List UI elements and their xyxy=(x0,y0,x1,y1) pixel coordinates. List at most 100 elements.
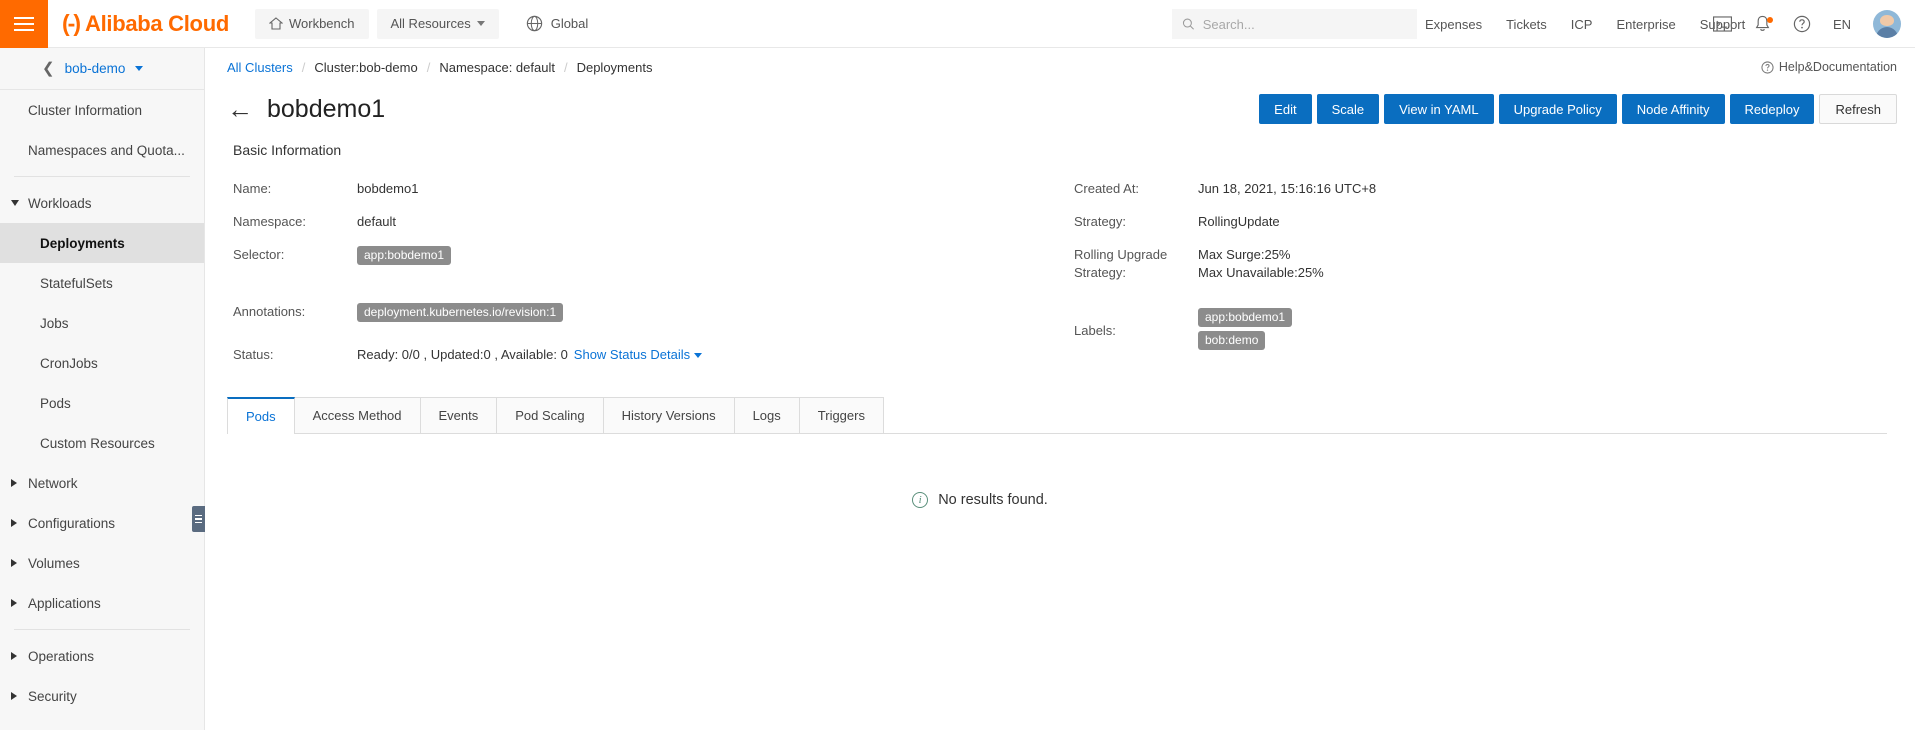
sidebar-label: Deployments xyxy=(40,235,125,251)
basic-info-right-column: Created At: Jun 18, 2021, 15:16:16 UTC+8… xyxy=(1074,180,1915,379)
collapse-bar xyxy=(195,521,202,524)
sidebar-item-volumes[interactable]: Volumes xyxy=(0,543,204,583)
rolling-upgrade-strategy-label: Rolling Upgrade Strategy: xyxy=(1074,247,1168,280)
sidebar-item-configurations[interactable]: Configurations xyxy=(0,503,204,543)
annotations-values: deployment.kubernetes.io/revision:1 xyxy=(357,303,564,326)
chevron-right-icon xyxy=(11,559,17,567)
menu-hamburger-icon[interactable] xyxy=(0,0,48,48)
sidebar-label: Configurations xyxy=(28,515,116,531)
terminal-icon[interactable] xyxy=(1712,16,1732,32)
sidebar-label: Pods xyxy=(40,395,71,411)
info-row-labels: Labels: app:bobdemo1 bob:demo xyxy=(1074,308,1915,354)
sidebar-label: Network xyxy=(28,475,78,491)
global-region-selector[interactable]: Global xyxy=(525,14,588,33)
sidebar-item-applications[interactable]: Applications xyxy=(0,583,204,623)
alibaba-cloud-logo[interactable]: (-) Alibaba Cloud xyxy=(62,10,229,37)
sidebar-item-network[interactable]: Network xyxy=(0,463,204,503)
node-affinity-button[interactable]: Node Affinity xyxy=(1621,94,1725,124)
sidebar-label: CronJobs xyxy=(40,355,98,371)
top-link-expenses[interactable]: Expenses xyxy=(1425,17,1482,32)
all-resources-dropdown[interactable]: All Resources xyxy=(376,8,499,39)
name-value: bobdemo1 xyxy=(357,181,419,196)
show-status-details-link[interactable]: Show Status Details xyxy=(573,346,703,364)
max-surge-value: Max Surge:25% xyxy=(1198,247,1291,262)
help-documentation-link[interactable]: Help&Documentation xyxy=(1761,60,1897,74)
sidebar-label: Custom Resources xyxy=(40,435,155,451)
global-search[interactable] xyxy=(1172,9,1417,39)
top-icon-group: EN xyxy=(1712,0,1901,48)
chevron-right-icon xyxy=(11,652,17,660)
sidebar-item-cluster-information[interactable]: Cluster Information xyxy=(0,90,204,130)
redeploy-button[interactable]: Redeploy xyxy=(1729,94,1815,124)
chevron-right-icon xyxy=(11,479,17,487)
refresh-button[interactable]: Refresh xyxy=(1819,94,1897,124)
labels-values: app:bobdemo1 bob:demo xyxy=(1198,308,1293,354)
selector-tag: app:bobdemo1 xyxy=(357,246,452,265)
upgrade-policy-button[interactable]: Upgrade Policy xyxy=(1498,94,1617,124)
labels-label: Labels: xyxy=(1074,323,1116,338)
sidebar-item-pods[interactable]: Pods xyxy=(0,383,204,423)
cluster-switcher[interactable]: ❮ bob-demo xyxy=(0,48,204,90)
sidebar-divider xyxy=(14,629,190,630)
language-selector[interactable]: EN xyxy=(1833,17,1851,32)
namespace-value: default xyxy=(357,214,397,229)
sidebar-label: Operations xyxy=(28,648,95,664)
label-tag: app:bobdemo1 xyxy=(1198,308,1293,327)
notification-bell-icon[interactable] xyxy=(1754,15,1773,33)
cluster-name-label: bob-demo xyxy=(64,61,126,76)
sidebar-label: Volumes xyxy=(28,555,80,571)
top-link-icp[interactable]: ICP xyxy=(1571,17,1593,32)
selector-label: Selector: xyxy=(233,247,285,262)
search-input[interactable] xyxy=(1202,16,1407,32)
top-header-bar: (-) Alibaba Cloud Workbench All Resource… xyxy=(0,0,1915,48)
sidebar-item-namespaces-and-quotas[interactable]: Namespaces and Quota... xyxy=(0,130,204,170)
sidebar-label: Jobs xyxy=(40,315,69,331)
sidebar-item-operations[interactable]: Operations xyxy=(0,636,204,676)
chevron-right-icon xyxy=(11,519,17,527)
help-question-icon[interactable] xyxy=(1793,15,1811,33)
tab-events[interactable]: Events xyxy=(419,397,498,433)
tab-pod-scaling[interactable]: Pod Scaling xyxy=(496,397,604,433)
sidebar-item-statefulsets[interactable]: StatefulSets xyxy=(0,263,204,303)
edit-button[interactable]: Edit xyxy=(1259,94,1312,124)
tab-pods[interactable]: Pods xyxy=(227,397,295,434)
view-in-yaml-button[interactable]: View in YAML xyxy=(1384,94,1494,124)
help-circle-icon xyxy=(1761,60,1774,74)
sidebar-item-jobs[interactable]: Jobs xyxy=(0,303,204,343)
sidebar-item-custom-resources[interactable]: Custom Resources xyxy=(0,423,204,463)
back-arrow-icon[interactable]: ← xyxy=(227,96,253,122)
name-label: Name: xyxy=(233,181,272,196)
show-status-details-label: Show Status Details xyxy=(573,347,691,362)
empty-state: i No results found. xyxy=(205,492,1915,508)
info-row-rolling-upgrade-strategy: Rolling Upgrade Strategy: Max Surge:25% … xyxy=(1074,246,1915,282)
workbench-button[interactable]: Workbench xyxy=(254,8,369,39)
top-link-enterprise[interactable]: Enterprise xyxy=(1616,17,1675,32)
workbench-label: Workbench xyxy=(288,16,355,31)
all-resources-label: All Resources xyxy=(390,16,471,31)
strategy-label: Strategy: xyxy=(1074,214,1127,229)
scale-button[interactable]: Scale xyxy=(1316,94,1380,124)
tab-access-method[interactable]: Access Method xyxy=(293,397,421,433)
top-link-tickets[interactable]: Tickets xyxy=(1506,17,1547,32)
sidebar-item-cronjobs[interactable]: CronJobs xyxy=(0,343,204,383)
collapse-bar xyxy=(195,518,202,520)
sidebar-item-deployments[interactable]: Deployments xyxy=(0,223,204,263)
user-avatar[interactable] xyxy=(1873,10,1901,38)
tab-history-versions[interactable]: History Versions xyxy=(602,397,735,433)
sidebar-label: Applications xyxy=(28,595,101,611)
tab-logs[interactable]: Logs xyxy=(733,397,800,433)
max-unavailable-value: Max Unavailable:25% xyxy=(1198,265,1324,280)
sidebar-item-workloads[interactable]: Workloads xyxy=(0,183,204,223)
sidebar-collapse-toggle[interactable] xyxy=(192,506,205,532)
sidebar-item-security[interactable]: Security xyxy=(0,676,204,716)
info-row-status: Status: Ready: 0/0 , Updated:0 , Availab… xyxy=(233,346,1074,364)
breadcrumb-cluster[interactable]: Cluster:bob-demo xyxy=(314,60,417,75)
breadcrumb-namespace[interactable]: Namespace: default xyxy=(439,60,555,75)
notification-badge-dot xyxy=(1766,17,1773,23)
main-content: All Clusters / Cluster:bob-demo / Namesp… xyxy=(205,48,1915,730)
breadcrumb-all-clusters[interactable]: All Clusters xyxy=(227,60,293,75)
sidebar-divider xyxy=(14,176,190,177)
back-chevron-icon[interactable]: ❮ xyxy=(42,61,55,76)
tab-triggers[interactable]: Triggers xyxy=(798,397,884,433)
chevron-down-icon xyxy=(476,21,485,26)
